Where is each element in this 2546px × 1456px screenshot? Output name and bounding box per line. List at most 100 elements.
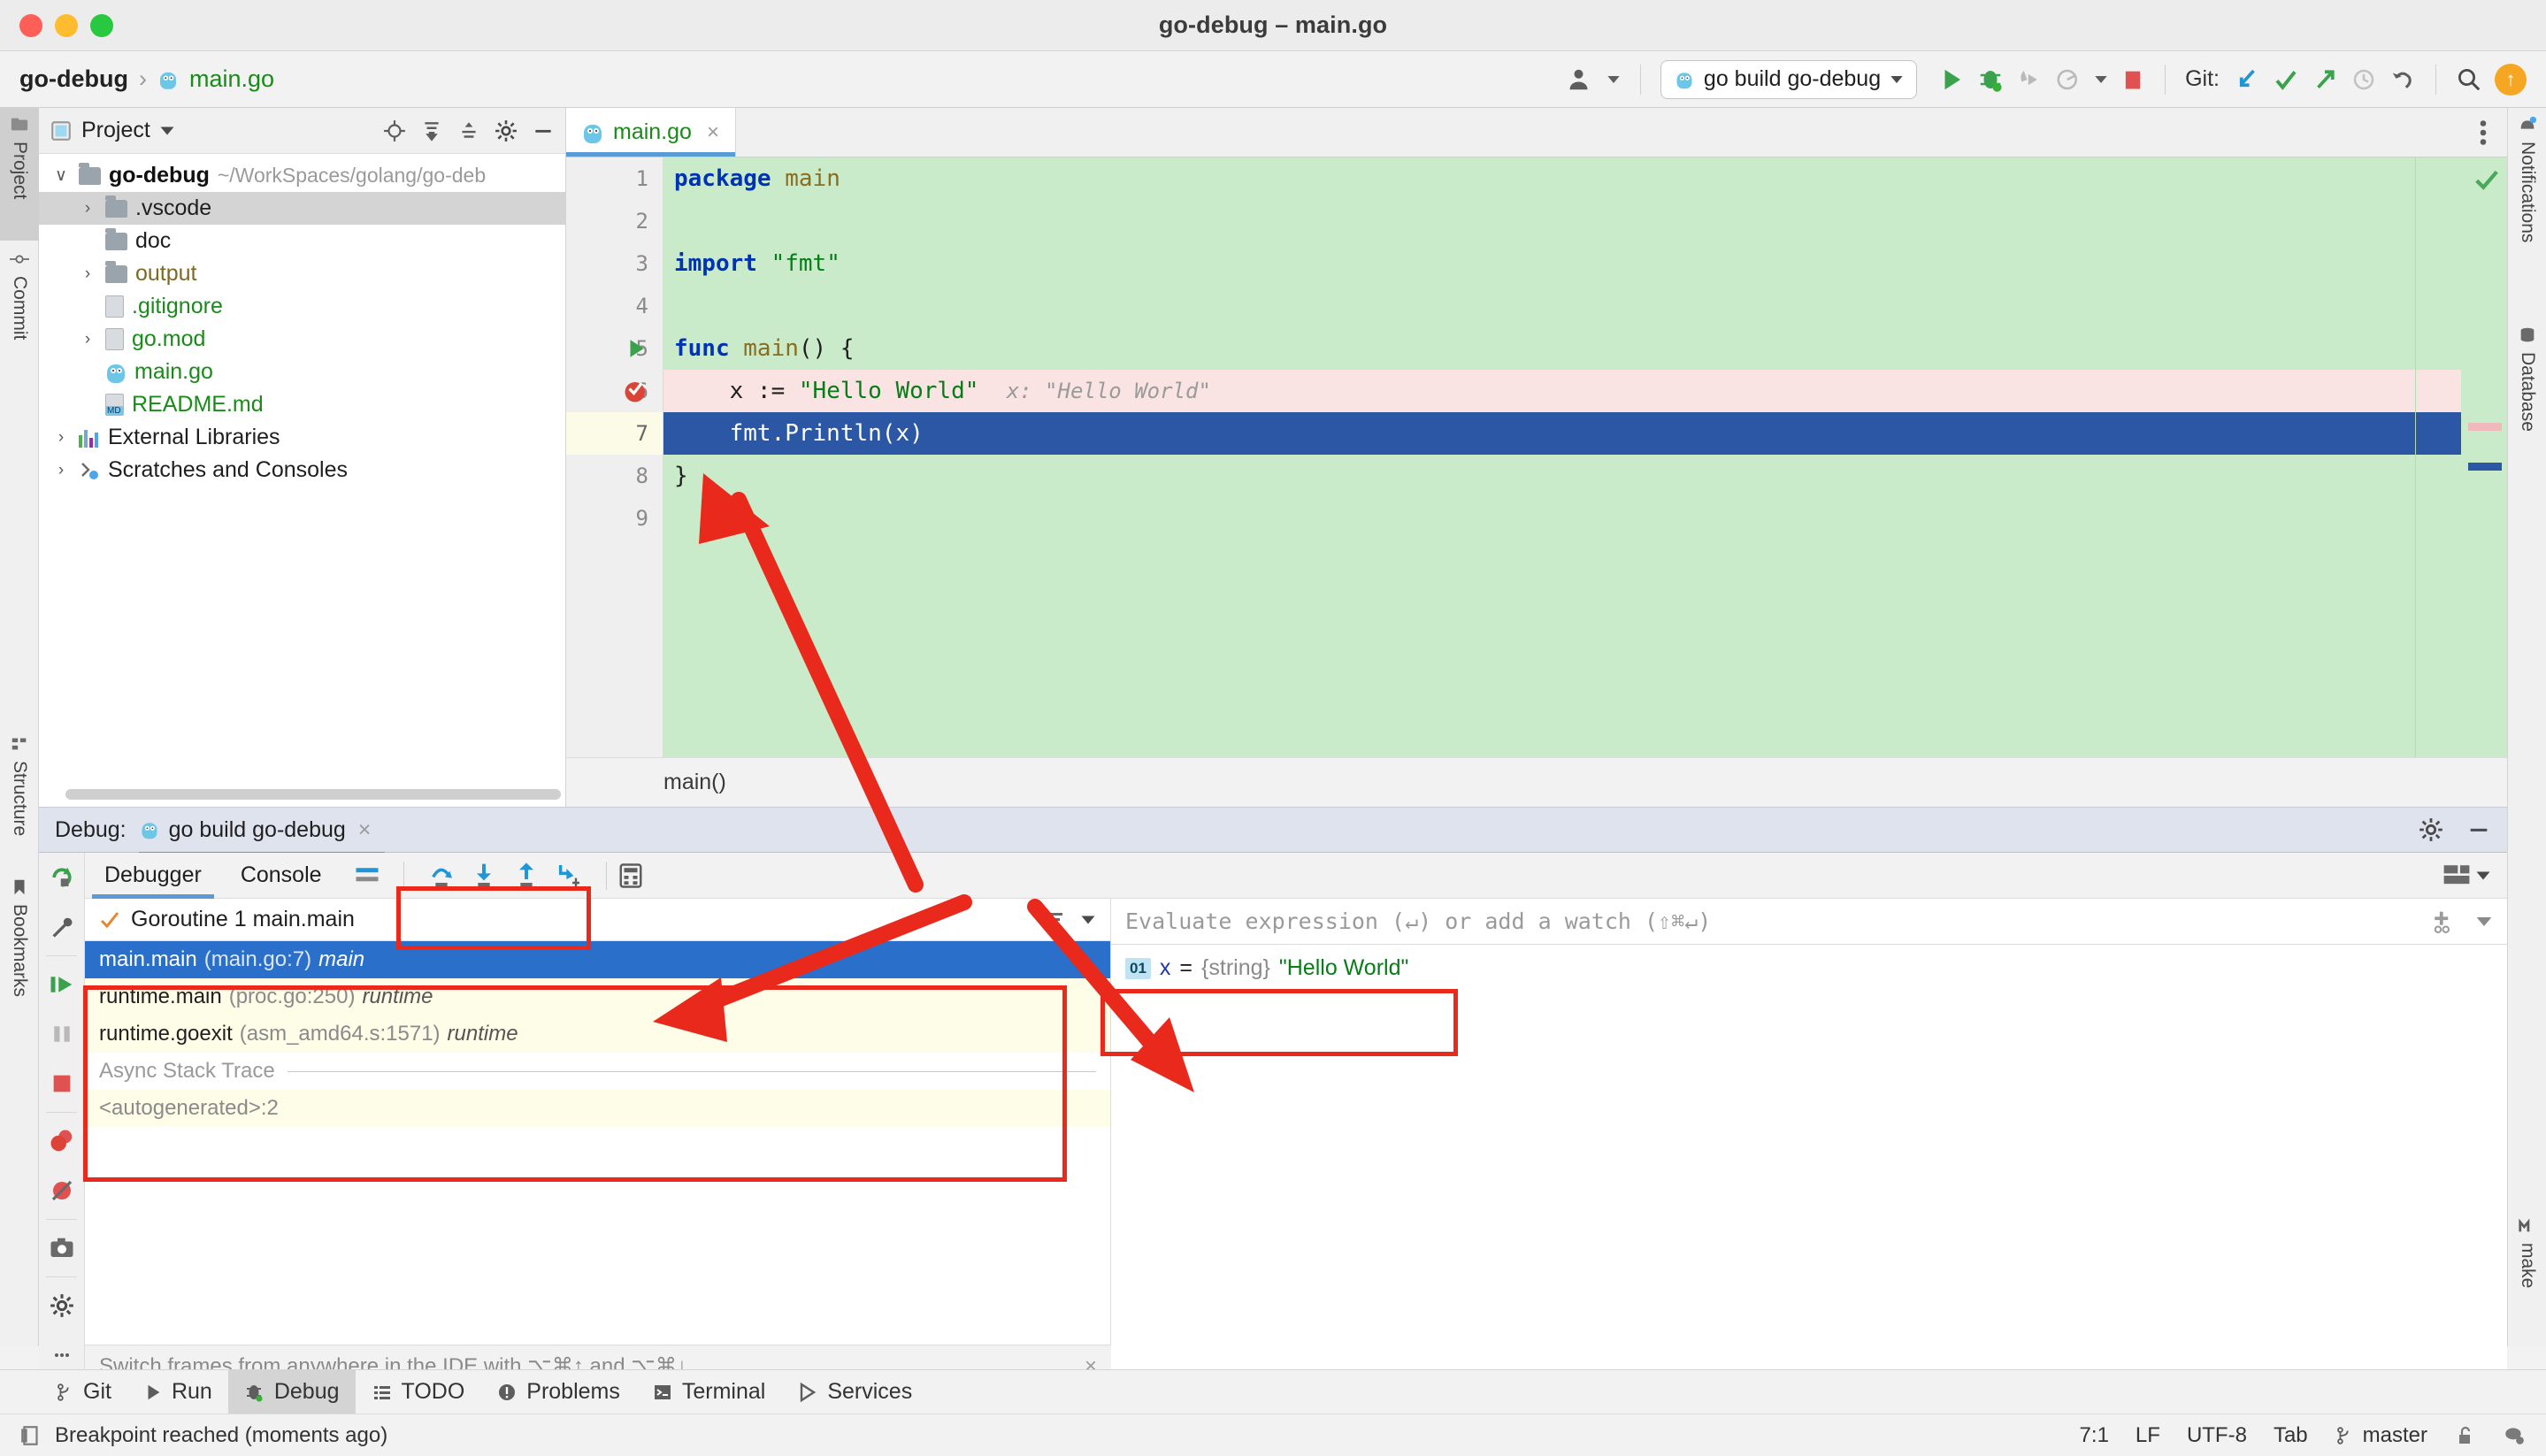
editor-gutter[interactable]: 1 2 3 4 5 6 7 8 9 — [566, 157, 663, 757]
sidebar-item-make[interactable]: make — [2508, 1209, 2546, 1333]
run-with-coverage-icon[interactable] — [2016, 66, 2043, 93]
chevron-right-icon[interactable]: › — [51, 461, 71, 480]
filter-icon[interactable] — [1045, 909, 1066, 931]
debug-icon[interactable] — [1977, 66, 2004, 93]
restore-layout-icon[interactable] — [2442, 862, 2472, 889]
frame-row-autogenerated[interactable]: <autogenerated>:2 — [85, 1090, 1110, 1127]
resume-icon[interactable] — [39, 960, 84, 1009]
goroutine-selector[interactable]: Goroutine 1 main.main — [85, 899, 1110, 941]
rollback-icon[interactable] — [2389, 66, 2416, 93]
marker-stripe-breakpoint[interactable] — [2468, 423, 2502, 431]
inspector-icon[interactable] — [2502, 1424, 2527, 1447]
history-icon[interactable] — [2350, 66, 2377, 93]
chevron-down-icon[interactable] — [2475, 913, 2493, 931]
chevron-down-icon[interactable] — [2475, 868, 2491, 884]
updates-available-icon[interactable]: ↑ — [2495, 63, 2527, 96]
step-over-icon[interactable] — [420, 855, 463, 896]
tool-button-git[interactable]: Git — [39, 1370, 127, 1414]
code-line-1[interactable]: package main — [663, 157, 2415, 200]
search-everywhere-icon[interactable] — [2456, 66, 2482, 93]
breadcrumb-project[interactable]: go-debug — [19, 65, 128, 93]
sidebar-item-bookmarks[interactable]: Bookmarks — [0, 870, 39, 1030]
memory-icon[interactable] — [19, 1424, 42, 1447]
settings-gear-icon[interactable] — [39, 1281, 84, 1330]
sidebar-item-project[interactable]: Project — [0, 108, 39, 241]
tool-button-run[interactable]: Run — [127, 1370, 228, 1414]
project-dropdown-icon[interactable] — [159, 123, 175, 139]
tree-node-vscode[interactable]: › .vscode — [39, 192, 565, 225]
tree-node-doc[interactable]: doc — [39, 225, 565, 257]
caret-position[interactable]: 7:1 — [2080, 1423, 2109, 1448]
breakpoint-icon[interactable] — [616, 370, 656, 412]
tree-node-gomod[interactable]: › go.mod — [39, 323, 565, 356]
tree-node-output[interactable]: › output — [39, 257, 565, 290]
git-commit-icon[interactable] — [2273, 66, 2299, 93]
code-text[interactable]: package main import "fmt" func main() { … — [663, 157, 2415, 757]
add-watch-icon[interactable] — [2429, 908, 2456, 935]
settings-icon[interactable] — [2419, 817, 2443, 842]
chevron-right-icon[interactable]: › — [78, 199, 97, 218]
screenshot-icon[interactable] — [39, 1223, 84, 1273]
frame-row-main[interactable]: main.main (main.go:7) main — [85, 941, 1110, 978]
breadcrumb-file[interactable]: main.go — [189, 65, 274, 93]
tab-debugger[interactable]: Debugger — [85, 853, 221, 899]
editor-marker-gutter[interactable] — [2461, 157, 2507, 757]
sidebar-item-database[interactable]: Database — [2508, 318, 2546, 495]
avatar-dropdown-icon[interactable] — [1607, 73, 1621, 87]
code-line-9[interactable] — [663, 497, 2415, 540]
chevron-right-icon[interactable]: › — [78, 264, 97, 284]
inspections-ok-icon[interactable] — [2473, 166, 2500, 199]
tool-button-terminal[interactable]: Terminal — [636, 1370, 781, 1414]
chevron-down-icon[interactable] — [1080, 912, 1096, 928]
tool-button-services[interactable]: Services — [781, 1370, 928, 1414]
tree-node-readme[interactable]: README.md — [39, 388, 565, 421]
git-branch-widget[interactable]: master — [2335, 1423, 2427, 1448]
chevron-right-icon[interactable]: › — [78, 330, 97, 349]
frame-row-runtime-main[interactable]: runtime.main (proc.go:250) runtime — [85, 978, 1110, 1015]
hide-panel-icon[interactable] — [532, 119, 555, 142]
tool-button-debug[interactable]: Debug — [227, 1369, 356, 1414]
sidebar-item-structure[interactable]: Structure — [0, 727, 39, 869]
tree-node-root[interactable]: ∨ go-debug ~/WorkSpaces/golang/go-deb — [39, 159, 565, 192]
mute-breakpoints-icon[interactable] — [39, 1166, 84, 1215]
settings-icon[interactable] — [495, 119, 518, 142]
force-step-into-icon[interactable] — [548, 855, 590, 896]
tool-button-problems[interactable]: Problems — [480, 1370, 636, 1414]
tree-node-gitignore[interactable]: .gitignore — [39, 290, 565, 323]
stop-icon[interactable] — [2120, 67, 2145, 92]
locate-icon[interactable] — [383, 119, 406, 142]
tree-node-scratches[interactable]: › Scratches and Consoles — [39, 454, 565, 487]
tool-button-todo[interactable]: TODO — [356, 1370, 481, 1414]
chevron-right-icon[interactable]: › — [51, 428, 71, 448]
rerun-icon[interactable] — [39, 853, 84, 902]
step-into-icon[interactable] — [463, 855, 505, 896]
breadcrumb[interactable]: go-debug › main.go — [19, 65, 274, 93]
sidebar-item-notifications[interactable]: Notifications — [2508, 108, 2546, 311]
evaluate-expression-row[interactable]: Evaluate expression (↵) or add a watch (… — [1111, 899, 2507, 945]
code-line-3[interactable]: import "fmt" — [663, 242, 2415, 285]
editor-tab-maingo[interactable]: main.go × — [566, 108, 736, 157]
chevron-down-icon[interactable] — [1890, 73, 1904, 87]
code-line-6[interactable]: x := "Hello World" x: "Hello World" — [663, 370, 2415, 412]
more-vertical-icon[interactable] — [2459, 108, 2507, 157]
project-horizontal-scrollbar[interactable] — [65, 789, 561, 800]
variable-row-x[interactable]: 01 x = {string} "Hello World" — [1111, 945, 2507, 992]
editor-breadcrumb[interactable]: main() — [566, 757, 2507, 807]
layout-settings-icon[interactable] — [354, 864, 380, 887]
stop-icon[interactable] — [39, 1059, 84, 1108]
evaluate-expression-icon[interactable] — [617, 862, 644, 889]
pause-icon[interactable] — [39, 1009, 84, 1059]
collapse-all-icon[interactable] — [457, 119, 480, 142]
code-line-2[interactable] — [663, 200, 2415, 242]
debug-session-tab[interactable]: go build go-debug × — [138, 817, 386, 857]
user-avatar-icon[interactable] — [1568, 66, 1594, 93]
frame-row-runtime-goexit[interactable]: runtime.goexit (asm_amd64.s:1571) runtim… — [85, 1015, 1110, 1053]
git-push-icon[interactable] — [2312, 66, 2338, 93]
line-separator[interactable]: LF — [2136, 1423, 2160, 1448]
run-gutter-icon[interactable] — [616, 327, 656, 370]
tree-node-maingo[interactable]: main.go — [39, 356, 565, 388]
code-line-5[interactable]: func main() { — [663, 327, 2415, 370]
git-update-icon[interactable] — [2234, 66, 2260, 93]
step-out-icon[interactable] — [505, 855, 548, 896]
close-tab-icon[interactable]: × — [707, 120, 719, 145]
